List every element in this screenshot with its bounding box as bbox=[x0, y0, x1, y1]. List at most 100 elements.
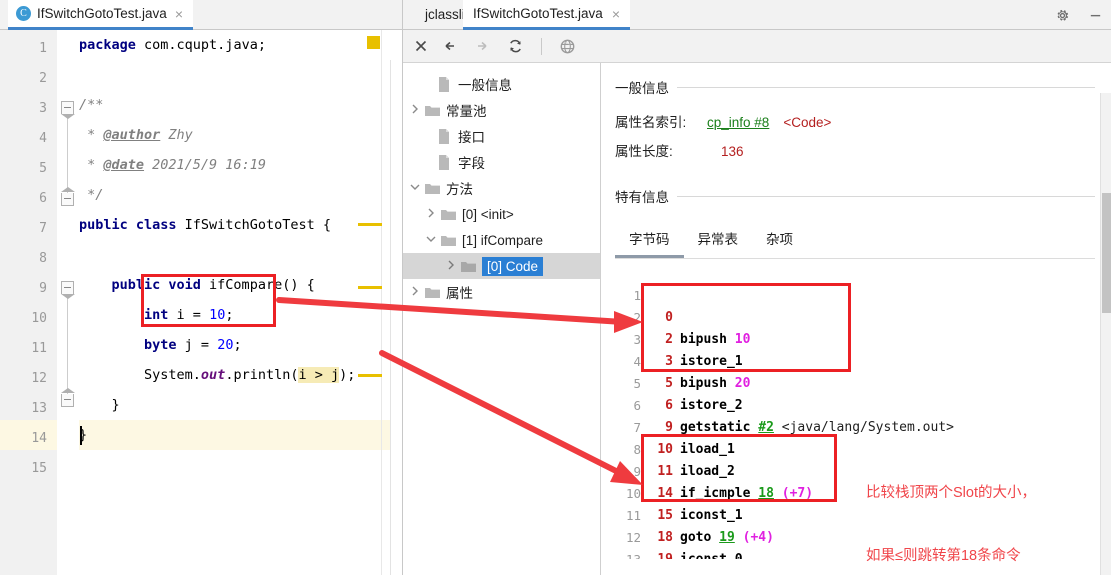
code-editor-pane: C IfSwitchGotoTest.java × 1 2 3 4 5 6 7 … bbox=[0, 0, 403, 575]
editor-tab-label: IfSwitchGotoTest.java bbox=[37, 6, 167, 21]
close-icon[interactable]: × bbox=[612, 6, 620, 22]
tab-exception-table[interactable]: 异常表 bbox=[684, 224, 753, 258]
line-number: 15 bbox=[31, 461, 47, 476]
code-line-14: } bbox=[79, 427, 88, 443]
fold-toggle-comment[interactable] bbox=[61, 101, 75, 119]
code-line-4: * @author Zhy bbox=[79, 127, 193, 143]
back-icon[interactable] bbox=[443, 38, 461, 54]
chevron-right-icon[interactable] bbox=[407, 286, 423, 299]
editor-tab-ifswitchgototest[interactable]: C IfSwitchGotoTest.java × bbox=[8, 0, 193, 30]
tree-item-methods[interactable]: 方法 bbox=[403, 175, 600, 201]
close-icon[interactable] bbox=[413, 38, 429, 54]
tree-item-label: 字段 bbox=[458, 156, 485, 171]
chevron-right-icon[interactable] bbox=[443, 260, 459, 273]
bytecode-row[interactable]: 6 9 iload_1 bbox=[615, 373, 734, 457]
cp-info-link[interactable]: cp_info #8 bbox=[707, 115, 769, 130]
attribute-length-value: 136 bbox=[721, 144, 744, 159]
bytecode-row[interactable]: 1 0 bipush 10 bbox=[615, 263, 750, 347]
detail-scrollbar[interactable] bbox=[1100, 93, 1111, 575]
code-line-13: } bbox=[79, 397, 120, 413]
bytecode-row[interactable]: 8 11 if_icmple 18 (+7) bbox=[615, 417, 813, 501]
code-line-11: byte j = 20; bbox=[144, 337, 242, 353]
bytecode-row[interactable]: 4 5 istore_2 bbox=[615, 329, 742, 413]
tab-bytecode[interactable]: 字节码 bbox=[615, 224, 684, 258]
attribute-name-value: <Code> bbox=[783, 115, 832, 130]
chevron-down-icon[interactable] bbox=[407, 182, 423, 194]
tree-item-label: 常量池 bbox=[446, 104, 487, 119]
tab-misc[interactable]: 杂项 bbox=[752, 224, 807, 258]
bytecode-mnemonic: getstatic #2 <java/lang/System.out> bbox=[680, 420, 954, 435]
line-number: 7 bbox=[39, 221, 47, 236]
tree-item-attributes[interactable]: 属性 bbox=[403, 279, 600, 305]
code-line-1: package com.cqupt.java; bbox=[79, 37, 266, 53]
fold-end-comment[interactable] bbox=[61, 187, 75, 206]
fold-toggle-method[interactable] bbox=[61, 281, 75, 299]
line-number: 2 bbox=[39, 71, 47, 86]
line-number: 11 bbox=[31, 341, 47, 356]
bytecode-row[interactable]: 11 18 iconst_0 bbox=[615, 483, 743, 559]
line-number: 14 bbox=[31, 431, 47, 446]
general-info-section-header: 一般信息 bbox=[615, 77, 1111, 97]
bytecode-row[interactable]: 2 2 istore_1 bbox=[615, 285, 742, 369]
gear-icon[interactable] bbox=[1055, 8, 1070, 23]
tree-item-label: 一般信息 bbox=[458, 78, 512, 93]
tool-window-header: jclasslib: IfSwitchGotoTest.java × bbox=[403, 0, 1111, 30]
chevron-right-icon[interactable] bbox=[423, 208, 439, 221]
line-number: 12 bbox=[31, 371, 47, 386]
bytecode-row[interactable]: 10 15 goto 19 (+4) bbox=[615, 461, 774, 545]
bytecode-listing[interactable]: 1 0 bipush 10 2 2 istore_1 3 3 bipush 20 bbox=[615, 259, 1111, 559]
branch-target-ref: 19 bbox=[719, 530, 735, 545]
line-number: 8 bbox=[39, 251, 47, 266]
tool-window-controls bbox=[1055, 0, 1103, 30]
chevron-down-icon[interactable] bbox=[423, 234, 439, 246]
line-number: 5 bbox=[39, 161, 47, 176]
jclasslib-body: 一般信息 常量池 接口 字段 方法 [0] <init> [1] ifCompa… bbox=[403, 63, 1111, 575]
detail-scrollbar-thumb[interactable] bbox=[1102, 193, 1111, 313]
minimize-icon[interactable] bbox=[1088, 8, 1103, 23]
tree-item-fields[interactable]: 字段 bbox=[403, 149, 600, 175]
bytecode-row[interactable]: 7 10 iload_2 bbox=[615, 395, 734, 479]
tree-item-general-info[interactable]: 一般信息 bbox=[403, 71, 600, 97]
tool-window-tab[interactable]: IfSwitchGotoTest.java × bbox=[463, 0, 630, 30]
specific-info-section-header: 特有信息 bbox=[615, 186, 1111, 206]
editor-scrollbar[interactable] bbox=[390, 60, 402, 575]
file-icon bbox=[435, 154, 453, 170]
toolbar-separator bbox=[541, 37, 542, 55]
bytecode-row[interactable]: 12 19 invokevirtual #3 <java/io/PrintStr… bbox=[615, 505, 709, 559]
line-number: 1 bbox=[39, 41, 47, 56]
line-number: 9 bbox=[39, 281, 47, 296]
tree-item-label: 接口 bbox=[458, 130, 485, 145]
fold-end-method[interactable] bbox=[61, 388, 75, 407]
close-icon[interactable]: × bbox=[175, 6, 183, 22]
class-structure-tree[interactable]: 一般信息 常量池 接口 字段 方法 [0] <init> [1] ifCompa… bbox=[403, 63, 601, 575]
attribute-length-label: 属性长度: bbox=[615, 144, 673, 159]
code-folding-gutter bbox=[57, 30, 79, 575]
tree-item-method-ifcompare[interactable]: [1] ifCompare bbox=[403, 227, 600, 253]
tree-item-label: 方法 bbox=[446, 182, 473, 197]
tree-item-method-init[interactable]: [0] <init> bbox=[403, 201, 600, 227]
tree-item-interfaces[interactable]: 接口 bbox=[403, 123, 600, 149]
bytecode-row[interactable]: 13 22 return bbox=[615, 527, 709, 559]
inspection-status-marker[interactable] bbox=[367, 36, 380, 49]
tree-item-label: [1] ifCompare bbox=[462, 232, 544, 248]
attribute-detail-panel: 一般信息 属性名索引: cp_info #8 <Code> 属性长度: 13 6 … bbox=[601, 63, 1111, 575]
editor-tab-bar: C IfSwitchGotoTest.java × bbox=[0, 0, 402, 30]
folder-icon bbox=[439, 208, 457, 221]
constant-pool-ref: #2 bbox=[758, 420, 774, 435]
tree-item-constant-pool[interactable]: 常量池 bbox=[403, 97, 600, 123]
change-marker bbox=[358, 286, 382, 289]
file-icon bbox=[435, 128, 453, 144]
folder-icon bbox=[423, 182, 441, 195]
reload-icon[interactable] bbox=[507, 38, 524, 54]
bytecode-row[interactable]: 5 6 getstatic #2 <java/lang/System.out> bbox=[615, 351, 953, 435]
bytecode-row[interactable]: 9 14 iconst_1 bbox=[615, 439, 742, 523]
code-text-area[interactable]: package com.cqupt.java; /** * @author Zh… bbox=[79, 30, 402, 575]
browse-icon[interactable] bbox=[559, 38, 576, 55]
bytecode-row[interactable]: 3 3 bipush 20 bbox=[615, 307, 750, 391]
line-number: 4 bbox=[39, 131, 47, 146]
folder-icon bbox=[423, 286, 441, 299]
chevron-right-icon[interactable] bbox=[407, 104, 423, 117]
code-line-6: */ bbox=[79, 187, 104, 203]
tree-item-code-attribute[interactable]: [0] Code bbox=[403, 253, 600, 279]
